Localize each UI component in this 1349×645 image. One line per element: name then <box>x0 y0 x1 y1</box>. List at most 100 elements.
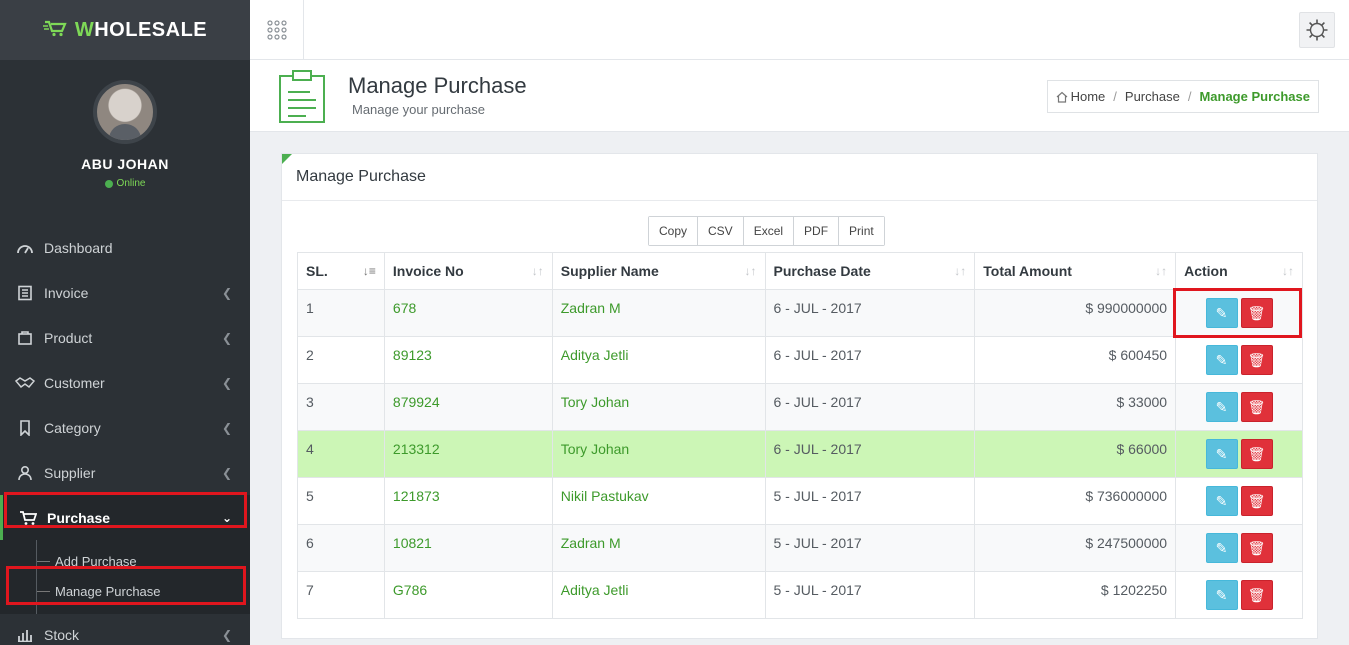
sidebar-item-stock[interactable]: Stock ❮ <box>0 614 250 645</box>
delete-button[interactable]: 🗑 <box>1240 298 1273 328</box>
invoice-link[interactable]: G786 <box>383 571 553 619</box>
supplier-link[interactable]: Aditya Jetli <box>551 571 766 619</box>
online-dot-icon <box>104 179 113 188</box>
chevron-left-icon: ❮ <box>221 375 232 390</box>
apps-grid-button[interactable] <box>250 0 304 60</box>
supplier-link[interactable]: Tory Johan <box>551 383 766 431</box>
pencil-icon: ✎ <box>1215 539 1228 556</box>
trash-icon: 🗑 <box>1247 398 1266 415</box>
edit-button[interactable]: ✎ <box>1205 345 1238 375</box>
invoice-link[interactable]: 678 <box>383 289 553 337</box>
breadcrumb: Home / Purchase / Manage Purchase <box>1046 80 1319 113</box>
edit-button[interactable]: ✎ <box>1205 439 1238 469</box>
edit-button[interactable]: ✎ <box>1205 392 1238 422</box>
invoice-link[interactable]: 121873 <box>383 477 553 525</box>
table-row: 3 879924 Tory Johan 6 - JUL - 2017 $ 330… <box>297 383 1303 431</box>
tag-icon <box>14 419 36 436</box>
pencil-icon: ✎ <box>1215 492 1228 509</box>
purchase-table: SL. ↓≡ Invoice No ↓↑ Supplier Name ↓↑ Purch… <box>297 252 1303 619</box>
trash-icon: 🗑 <box>1247 351 1266 368</box>
brand-name: WHOLESALE <box>74 18 208 41</box>
invoice-icon <box>14 285 36 301</box>
settings-button[interactable] <box>1299 12 1335 48</box>
row-actions: ✎ 🗑 <box>1175 571 1303 619</box>
sort-icon: ↓↑ <box>1282 264 1294 278</box>
sidebar-item-dashboard[interactable]: Dashboard <box>0 225 250 270</box>
table-header-row: SL. ↓≡ Invoice No ↓↑ Supplier Name ↓↑ Purch… <box>297 252 1303 290</box>
column-header-date[interactable]: Purchase Date ↓↑ <box>764 252 976 290</box>
column-header-supplier[interactable]: Supplier Name ↓↑ <box>551 252 766 290</box>
table-row: 5 121873 Nikil Pastukav 5 - JUL - 2017 $… <box>297 477 1303 525</box>
avatar[interactable] <box>93 80 157 144</box>
csv-button[interactable]: CSV <box>697 217 743 245</box>
sidebar-item-supplier[interactable]: Supplier ❮ <box>0 450 250 495</box>
clipboard-icon <box>278 70 326 129</box>
user-profile: ABU JOHAN Online <box>0 60 250 225</box>
user-icon <box>14 465 36 481</box>
trash-icon: 🗑 <box>1247 492 1266 509</box>
supplier-link[interactable]: Aditya Jetli <box>551 336 766 384</box>
pencil-icon: ✎ <box>1215 398 1228 415</box>
column-header-action[interactable]: Action ↓↑ <box>1175 252 1303 290</box>
edit-button[interactable]: ✎ <box>1205 298 1238 328</box>
export-button-group: Copy CSV Excel PDF Print <box>648 216 885 246</box>
sidebar-item-invoice[interactable]: Invoice ❮ <box>0 270 250 315</box>
row-actions: ✎ 🗑 <box>1175 336 1303 384</box>
sidebar-item-purchase[interactable]: Purchase ⌄ <box>0 495 250 540</box>
excel-button[interactable]: Excel <box>742 217 794 245</box>
row-actions: ✎ 🗑 <box>1175 383 1303 431</box>
sort-asc-icon: ↓≡ <box>362 264 376 278</box>
breadcrumb-purchase[interactable]: Purchase <box>1125 89 1180 104</box>
pdf-button[interactable]: PDF <box>793 217 839 245</box>
brand-logo[interactable]: WHOLESALE <box>0 0 250 60</box>
edit-button[interactable]: ✎ <box>1205 486 1238 516</box>
edit-button[interactable]: ✎ <box>1205 580 1238 610</box>
delete-button[interactable]: 🗑 <box>1240 486 1273 516</box>
sidebar-item-product[interactable]: Product ❮ <box>0 315 250 360</box>
supplier-link[interactable]: Nikil Pastukav <box>551 477 766 525</box>
invoice-link[interactable]: 213312 <box>383 430 553 478</box>
invoice-link[interactable]: 879924 <box>383 383 553 431</box>
column-header-sl[interactable]: SL. ↓≡ <box>297 252 385 290</box>
product-icon <box>14 330 36 346</box>
invoice-link[interactable]: 10821 <box>383 524 553 572</box>
panel-corner-accent <box>282 154 292 164</box>
pencil-icon: ✎ <box>1215 351 1228 368</box>
table-row: 7 G786 Aditya Jetli 5 - JUL - 2017 $ 120… <box>297 571 1303 619</box>
handshake-icon <box>14 376 36 390</box>
print-button[interactable]: Print <box>838 217 884 245</box>
table-row: 2 89123 Aditya Jetli 6 - JUL - 2017 $ 60… <box>297 336 1303 384</box>
column-header-invoice[interactable]: Invoice No ↓↑ <box>383 252 553 290</box>
home-icon <box>1056 91 1067 103</box>
sidebar-menu-bottom: Stock ❮ <box>0 614 250 645</box>
supplier-link[interactable]: Tory Johan <box>551 430 766 478</box>
delete-button[interactable]: 🗑 <box>1240 439 1273 469</box>
trash-icon: 🗑 <box>1247 445 1266 462</box>
breadcrumb-current: Manage Purchase <box>1199 89 1310 104</box>
chevron-left-icon: ❮ <box>221 330 232 345</box>
table-row-highlighted: 4 213312 Tory Johan 6 - JUL - 2017 $ 660… <box>297 430 1303 478</box>
invoice-link[interactable]: 89123 <box>383 336 553 384</box>
supplier-link[interactable]: Zadran M <box>551 524 766 572</box>
panel-title: Manage Purchase <box>282 154 1317 201</box>
delete-button[interactable]: 🗑 <box>1240 533 1273 563</box>
user-status: Online <box>104 178 145 189</box>
row-actions: ✎ 🗑 <box>1175 477 1303 525</box>
sidebar-item-category[interactable]: Category ❮ <box>0 405 250 450</box>
sidebar-subitem-add-purchase[interactable]: Add Purchase <box>0 546 250 576</box>
delete-button[interactable]: 🗑 <box>1240 345 1273 375</box>
sidebar-subitem-manage-purchase[interactable]: Manage Purchase <box>0 576 250 606</box>
manage-purchase-panel: Manage Purchase Copy CSV Excel PDF Print… <box>281 153 1318 639</box>
delete-button[interactable]: 🗑 <box>1240 392 1273 422</box>
delete-button[interactable]: 🗑 <box>1240 580 1273 610</box>
copy-button[interactable]: Copy <box>649 217 698 245</box>
trash-icon: 🗑 <box>1247 539 1266 556</box>
edit-button[interactable]: ✎ <box>1205 533 1238 563</box>
sidebar-item-customer[interactable]: Customer ❮ <box>0 360 250 405</box>
breadcrumb-home[interactable]: Home <box>1056 89 1105 104</box>
supplier-link[interactable]: Zadran M <box>551 289 766 337</box>
column-header-amount[interactable]: Total Amount ↓↑ <box>974 252 1177 290</box>
sort-icon: ↓↑ <box>1155 264 1168 278</box>
sort-icon: ↓↑ <box>531 264 544 278</box>
sort-icon: ↓↑ <box>954 264 967 278</box>
